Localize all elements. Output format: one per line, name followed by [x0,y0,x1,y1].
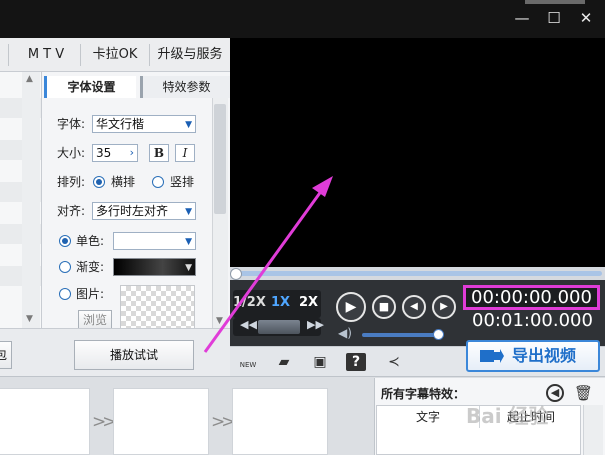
chevrons-right-icon: >> [211,412,235,432]
timeline-slider[interactable] [230,267,605,280]
preview-play-button[interactable]: 播放试试 [74,340,194,370]
open-folder-icon[interactable]: ▰ [274,353,294,371]
speed-half[interactable]: 1/2X [233,295,266,310]
align-value: 多行时左对齐 [96,204,169,218]
minimize-icon[interactable]: — [511,8,533,28]
clip-slot[interactable] [0,388,90,455]
gradient-picker[interactable]: ▼ [113,258,196,276]
menu-separator [80,44,81,66]
size-label: 大小: [57,146,86,160]
arrange-label: 排列: [57,175,86,189]
tab-font-settings[interactable]: 字体设置 [44,76,136,98]
trash-icon[interactable]: 🗑 [574,384,593,402]
font-label: 字体: [57,117,86,131]
window-edge-strip [525,0,585,4]
stop-icon[interactable]: ■ [372,295,396,319]
panel-tabs: 字体设置 特效参数 [42,76,230,98]
clip-slot[interactable] [113,388,209,455]
tab-upgrade-service[interactable]: 升级与服务 [152,38,228,71]
help-icon[interactable]: ? [346,353,366,371]
watermark: Bai 经验 [466,404,549,428]
effects-title: 所有字幕特效： [381,387,466,401]
new-file-icon[interactable]: NEW [236,353,260,371]
solid-color-picker[interactable]: ▼ [113,232,196,250]
radio-image[interactable] [59,288,71,300]
size-value: 35 [96,146,112,160]
fast-forward-icon[interactable]: ▶▶ [307,318,324,331]
column-header-text[interactable]: 文字 [377,406,480,428]
tab-mtv[interactable]: M T V [16,38,76,71]
arrange-vertical-label[interactable]: 竖排 [170,173,194,191]
tab-effect-params[interactable]: 特效参数 [140,76,230,98]
rewind-icon[interactable]: ◀◀ [240,318,257,331]
timeline-knob[interactable] [230,268,242,280]
add-subtitle-button[interactable]: 包 [0,341,12,369]
menu-separator [149,44,150,66]
speed-2x[interactable]: 2X [299,295,318,310]
speed-1x[interactable]: 1X [271,295,290,310]
current-time: 00:00:00.000 [463,285,600,310]
volume-knob[interactable] [433,329,444,340]
scroll-down-icon[interactable]: ▼ [216,316,223,326]
chevrons-right-icon: >> [92,412,116,432]
timeline-track[interactable] [236,271,602,276]
solid-color-label[interactable]: 单色: [76,232,104,250]
back-icon[interactable]: ◀ [546,384,564,402]
close-icon[interactable]: ✕ [575,8,597,28]
align-label: 对齐: [57,204,86,218]
save-icon[interactable]: ▣ [310,353,330,371]
title-bar: — ☐ ✕ [0,0,605,38]
image-label[interactable]: 图片: [76,285,104,303]
export-icon [480,349,504,363]
total-time: 00:01:00.000 [472,310,593,331]
radio-gradient[interactable] [59,261,71,273]
scroll-up-icon[interactable]: ▲ [26,74,33,84]
chevron-down-icon: ▼ [185,263,192,273]
list-scrollbar[interactable]: ▲ ▼ [22,72,40,328]
browse-button[interactable]: 浏览 [78,310,112,330]
maximize-icon[interactable]: ☐ [543,8,565,28]
volume-icon[interactable]: ◀) [338,326,352,340]
speed-knob[interactable] [258,320,300,334]
font-select[interactable]: 华文行楷 ▼ [92,115,196,133]
radio-solid-color[interactable] [59,235,71,247]
chevron-down-icon: ▼ [185,120,192,130]
font-value: 华文行楷 [96,117,145,131]
share-icon[interactable]: ≺ [384,353,404,371]
radio-vertical[interactable] [152,176,164,188]
effects-scrollbar[interactable] [583,405,603,455]
italic-button[interactable]: I [175,144,195,162]
size-stepper[interactable]: 35 › [92,144,138,162]
chevron-down-icon: ▼ [185,207,192,217]
bold-button[interactable]: B [149,144,169,162]
menu-bar: M T V 卡拉OK 升级与服务 [0,38,230,72]
arrange-horizontal-label[interactable]: 横排 [111,173,135,191]
panel-scroll-thumb[interactable] [214,104,226,214]
new-label: NEW [239,361,257,369]
prev-icon[interactable]: ◀ [402,295,426,319]
scroll-down-icon[interactable]: ▼ [26,314,33,324]
gradient-label[interactable]: 渐变: [76,258,104,276]
next-icon[interactable]: ▶ [432,295,456,319]
image-preview [120,285,195,330]
tab-karaoke[interactable]: 卡拉OK [84,38,146,71]
volume-slider[interactable] [362,333,440,337]
align-select[interactable]: 多行时左对齐 ▼ [92,202,196,220]
chevron-down-icon: ▼ [185,237,192,247]
menu-separator [8,44,9,66]
left-action-bar: 包 播放试试 [0,328,230,376]
video-preview[interactable] [230,38,605,267]
radio-horizontal[interactable] [93,176,105,188]
chevron-right-icon: › [129,146,134,159]
clip-slot[interactable] [232,388,328,455]
play-icon[interactable]: ▶ [336,292,366,322]
